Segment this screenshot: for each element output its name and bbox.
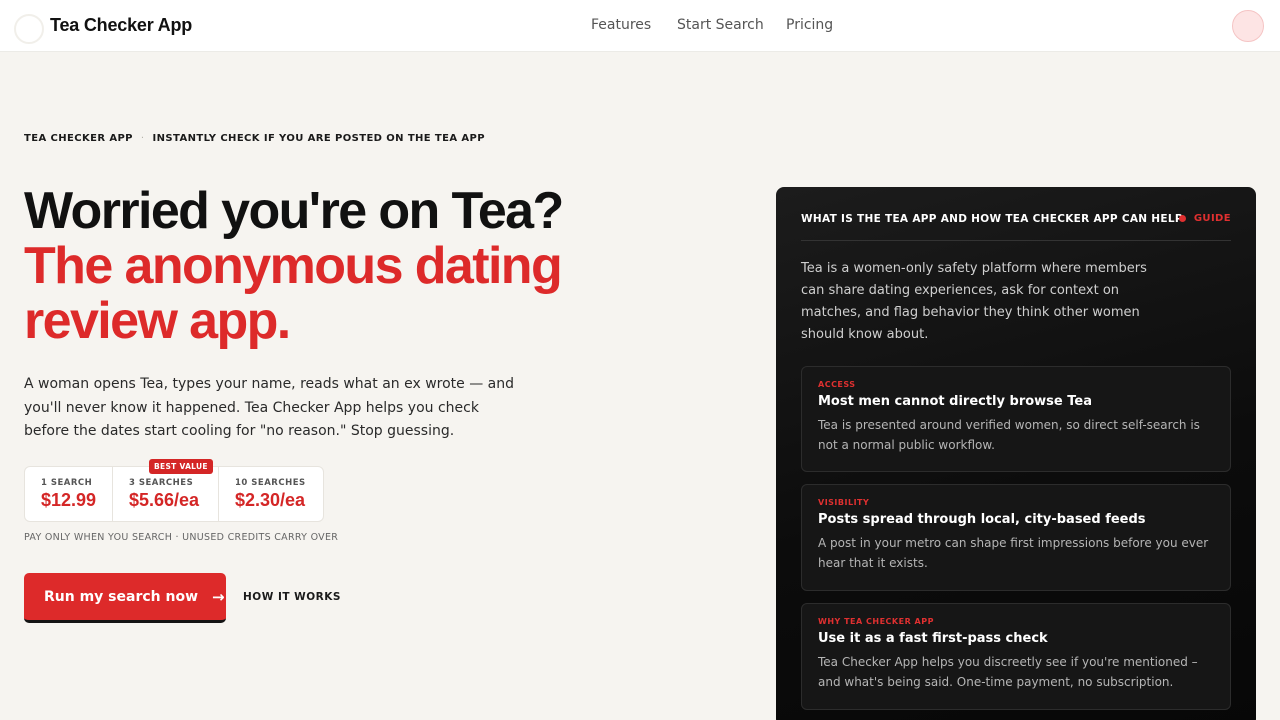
price-option-label: 3 SEARCHES	[129, 478, 194, 488]
card-tag: WHY TEA CHECKER APP	[818, 617, 934, 626]
panel-divider	[801, 240, 1231, 241]
info-card-why: WHY TEA CHECKER APP Use it as a fast fir…	[801, 603, 1231, 710]
card-title: Posts spread through local, city-based f…	[818, 512, 1146, 527]
card-text: A post in your metro can shape first imp…	[818, 536, 1209, 570]
breadcrumb-separator-icon: ·	[140, 133, 145, 144]
hero-title-highlight-line2: review app.	[24, 292, 291, 350]
price-option-value: $12.99	[41, 490, 97, 510]
hero-subcopy: A woman opens Tea, types your name, read…	[24, 376, 515, 439]
red-dot-icon	[1178, 215, 1186, 222]
how-it-works-link[interactable]: HOW IT WORKS	[243, 591, 341, 603]
panel-heading: WHAT IS THE TEA APP AND HOW TEA CHECKER …	[801, 213, 1183, 225]
price-option-value: $5.66/ea	[129, 490, 200, 510]
arrow-right-icon: →	[212, 587, 225, 606]
hero-title-question: Worried you're on Tea?	[24, 182, 564, 240]
card-tag: ACCESS	[818, 380, 856, 389]
breadcrumb-item-current: INSTANTLY CHECK IF YOU ARE POSTED ON THE…	[152, 133, 485, 144]
hero-headline: Worried you're on Tea? The anonymous dat…	[24, 184, 724, 349]
card-title: Use it as a fast first-pass check	[818, 631, 1048, 646]
hero-title-highlight-line1: The anonymous dating	[24, 237, 563, 295]
price-option-label: 1 SEARCH	[41, 478, 93, 488]
run-search-button[interactable]: Run my search now →	[24, 573, 226, 623]
panel-intro: Tea is a women-only safety platform wher…	[801, 261, 1147, 342]
best-value-badge: BEST VALUE	[149, 459, 213, 474]
price-option-1-search[interactable]: 1 SEARCH $12.99	[25, 467, 112, 521]
user-avatar[interactable]	[1232, 10, 1264, 42]
info-card-visibility: VISIBILITY Posts spread through local, c…	[801, 484, 1231, 591]
nav-link-pricing[interactable]: Pricing	[786, 17, 833, 33]
card-tag: VISIBILITY	[818, 498, 870, 507]
price-option-10-searches[interactable]: 10 SEARCHES $2.30/ea	[218, 467, 323, 521]
top-navigation-bar: Tea Checker App Features Start Search Pr…	[0, 0, 1280, 52]
run-search-button-label: Run my search now	[44, 588, 199, 605]
pricing-options: 1 SEARCH $12.99 3 SEARCHES $5.66/ea 10 S…	[24, 459, 324, 522]
main-nav: Features Start Search Pricing	[0, 17, 1280, 37]
price-option-value: $2.30/ea	[235, 490, 306, 510]
card-text: Tea is presented around verified women, …	[818, 418, 1200, 452]
guide-tag: GUIDE	[1178, 213, 1231, 224]
breadcrumb: TEA CHECKER APP · INSTANTLY CHECK IF YOU A…	[24, 133, 485, 144]
nav-link-start-search[interactable]: Start Search	[677, 17, 764, 33]
card-text: Tea Checker App helps you discreetly see…	[818, 655, 1198, 689]
breadcrumb-item-home[interactable]: TEA CHECKER APP	[24, 133, 133, 144]
pricing-note: PAY ONLY WHEN YOU SEARCH · UNUSED CREDIT…	[24, 532, 339, 543]
price-option-3-searches[interactable]: 3 SEARCHES $5.66/ea	[112, 467, 218, 521]
guide-tag-label: GUIDE	[1193, 213, 1231, 224]
price-option-label: 10 SEARCHES	[235, 478, 306, 488]
nav-link-features[interactable]: Features	[591, 17, 651, 33]
card-title: Most men cannot directly browse Tea	[818, 394, 1092, 409]
info-panel: WHAT IS THE TEA APP AND HOW TEA CHECKER …	[776, 187, 1256, 720]
info-card-access: ACCESS Most men cannot directly browse T…	[801, 366, 1231, 472]
